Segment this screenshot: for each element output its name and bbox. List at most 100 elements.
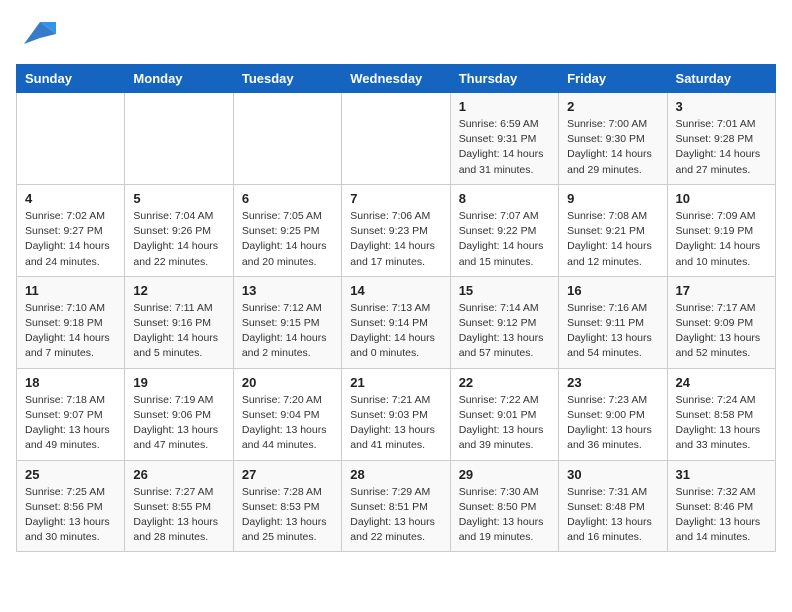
day-number: 5 bbox=[133, 191, 224, 206]
calendar-cell: 11 Sunrise: 7:10 AM Sunset: 9:18 PM Dayli… bbox=[17, 276, 125, 368]
day-of-week-header: Monday bbox=[125, 65, 233, 93]
day-number: 14 bbox=[350, 283, 441, 298]
day-info: Sunrise: 7:24 AM Sunset: 8:58 PM Dayligh… bbox=[676, 393, 767, 454]
calendar-cell: 31 Sunrise: 7:32 AM Sunset: 8:46 PM Dayli… bbox=[667, 460, 775, 552]
calendar-cell bbox=[125, 93, 233, 185]
calendar-cell: 5 Sunrise: 7:04 AM Sunset: 9:26 PM Daylig… bbox=[125, 184, 233, 276]
calendar-cell: 21 Sunrise: 7:21 AM Sunset: 9:03 PM Dayli… bbox=[342, 368, 450, 460]
calendar-cell: 25Sunrise: 7:25 AM Sunset: 8:56 PM Dayli… bbox=[17, 460, 125, 552]
calendar-cell: 3 Sunrise: 7:01 AM Sunset: 9:28 PM Daylig… bbox=[667, 93, 775, 185]
calendar-week-row: 25Sunrise: 7:25 AM Sunset: 8:56 PM Dayli… bbox=[17, 460, 776, 552]
day-info: Sunrise: 7:22 AM Sunset: 9:01 PM Dayligh… bbox=[459, 393, 550, 454]
day-info: Sunrise: 7:19 AM Sunset: 9:06 PM Dayligh… bbox=[133, 393, 224, 454]
day-info: Sunrise: 7:13 AM Sunset: 9:14 PM Dayligh… bbox=[350, 301, 441, 362]
day-info: Sunrise: 7:29 AM Sunset: 8:51 PM Dayligh… bbox=[350, 485, 441, 546]
calendar-cell: 13 Sunrise: 7:12 AM Sunset: 9:15 PM Dayli… bbox=[233, 276, 341, 368]
day-info: Sunrise: 7:09 AM Sunset: 9:19 PM Dayligh… bbox=[676, 209, 767, 270]
day-info: Sunrise: 7:05 AM Sunset: 9:25 PM Dayligh… bbox=[242, 209, 333, 270]
day-info: Sunrise: 7:21 AM Sunset: 9:03 PM Dayligh… bbox=[350, 393, 441, 454]
calendar-cell: 29Sunrise: 7:30 AM Sunset: 8:50 PM Dayli… bbox=[450, 460, 558, 552]
day-number: 31 bbox=[676, 467, 767, 482]
day-info: Sunrise: 7:20 AM Sunset: 9:04 PM Dayligh… bbox=[242, 393, 333, 454]
day-info: Sunrise: 7:08 AM Sunset: 9:21 PM Dayligh… bbox=[567, 209, 658, 270]
day-info: Sunrise: 7:14 AM Sunset: 9:12 PM Dayligh… bbox=[459, 301, 550, 362]
day-number: 13 bbox=[242, 283, 333, 298]
day-info: Sunrise: 7:31 AM Sunset: 8:48 PM Dayligh… bbox=[567, 485, 658, 546]
day-info: Sunrise: 7:25 AM Sunset: 8:56 PM Dayligh… bbox=[25, 485, 116, 546]
day-number: 11 bbox=[25, 283, 116, 298]
day-info: Sunrise: 7:16 AM Sunset: 9:11 PM Dayligh… bbox=[567, 301, 658, 362]
calendar-cell: 27 Sunrise: 7:28 AM Sunset: 8:53 PM Dayli… bbox=[233, 460, 341, 552]
page-header bbox=[16, 16, 776, 52]
day-number: 2 bbox=[567, 99, 658, 114]
calendar-week-row: 18Sunrise: 7:18 AM Sunset: 9:07 PM Dayli… bbox=[17, 368, 776, 460]
day-info: Sunrise: 7:17 AM Sunset: 9:09 PM Dayligh… bbox=[676, 301, 767, 362]
calendar-cell: 9 Sunrise: 7:08 AM Sunset: 9:21 PM Daylig… bbox=[559, 184, 667, 276]
day-info: Sunrise: 7:27 AM Sunset: 8:55 PM Dayligh… bbox=[133, 485, 224, 546]
day-number: 3 bbox=[676, 99, 767, 114]
day-number: 26 bbox=[133, 467, 224, 482]
day-info: Sunrise: 7:01 AM Sunset: 9:28 PM Dayligh… bbox=[676, 117, 767, 178]
day-info: Sunrise: 7:23 AM Sunset: 9:00 PM Dayligh… bbox=[567, 393, 658, 454]
day-info: Sunrise: 7:06 AM Sunset: 9:23 PM Dayligh… bbox=[350, 209, 441, 270]
day-number: 29 bbox=[459, 467, 550, 482]
calendar-table: SundayMondayTuesdayWednesdayThursdayFrid… bbox=[16, 64, 776, 552]
calendar-cell bbox=[17, 93, 125, 185]
day-number: 21 bbox=[350, 375, 441, 390]
day-number: 22 bbox=[459, 375, 550, 390]
calendar-week-row: 4Sunrise: 7:02 AM Sunset: 9:27 PM Daylig… bbox=[17, 184, 776, 276]
calendar-cell: 16 Sunrise: 7:16 AM Sunset: 9:11 PM Dayli… bbox=[559, 276, 667, 368]
day-number: 20 bbox=[242, 375, 333, 390]
calendar-cell: 15Sunrise: 7:14 AM Sunset: 9:12 PM Dayli… bbox=[450, 276, 558, 368]
day-of-week-header: Friday bbox=[559, 65, 667, 93]
day-number: 24 bbox=[676, 375, 767, 390]
day-number: 6 bbox=[242, 191, 333, 206]
day-info: Sunrise: 7:02 AM Sunset: 9:27 PM Dayligh… bbox=[25, 209, 116, 270]
logo bbox=[16, 16, 68, 52]
calendar-cell: 22 Sunrise: 7:22 AM Sunset: 9:01 PM Dayli… bbox=[450, 368, 558, 460]
day-info: Sunrise: 7:32 AM Sunset: 8:46 PM Dayligh… bbox=[676, 485, 767, 546]
day-number: 12 bbox=[133, 283, 224, 298]
calendar-cell bbox=[342, 93, 450, 185]
calendar-week-row: 1Sunrise: 6:59 AM Sunset: 9:31 PM Daylig… bbox=[17, 93, 776, 185]
day-of-week-header: Thursday bbox=[450, 65, 558, 93]
calendar-cell: 17 Sunrise: 7:17 AM Sunset: 9:09 PM Dayli… bbox=[667, 276, 775, 368]
day-number: 9 bbox=[567, 191, 658, 206]
day-info: Sunrise: 7:00 AM Sunset: 9:30 PM Dayligh… bbox=[567, 117, 658, 178]
calendar-cell: 7 Sunrise: 7:06 AM Sunset: 9:23 PM Daylig… bbox=[342, 184, 450, 276]
calendar-cell bbox=[233, 93, 341, 185]
day-of-week-header: Sunday bbox=[17, 65, 125, 93]
day-info: Sunrise: 7:11 AM Sunset: 9:16 PM Dayligh… bbox=[133, 301, 224, 362]
day-number: 1 bbox=[459, 99, 550, 114]
calendar-cell: 26 Sunrise: 7:27 AM Sunset: 8:55 PM Dayli… bbox=[125, 460, 233, 552]
day-info: Sunrise: 7:07 AM Sunset: 9:22 PM Dayligh… bbox=[459, 209, 550, 270]
calendar-week-row: 11 Sunrise: 7:10 AM Sunset: 9:18 PM Dayli… bbox=[17, 276, 776, 368]
calendar-cell: 18Sunrise: 7:18 AM Sunset: 9:07 PM Dayli… bbox=[17, 368, 125, 460]
day-number: 10 bbox=[676, 191, 767, 206]
logo-icon bbox=[16, 16, 64, 52]
day-number: 27 bbox=[242, 467, 333, 482]
calendar-cell: 19Sunrise: 7:19 AM Sunset: 9:06 PM Dayli… bbox=[125, 368, 233, 460]
calendar-header-row: SundayMondayTuesdayWednesdayThursdayFrid… bbox=[17, 65, 776, 93]
day-info: Sunrise: 7:10 AM Sunset: 9:18 PM Dayligh… bbox=[25, 301, 116, 362]
day-info: Sunrise: 7:04 AM Sunset: 9:26 PM Dayligh… bbox=[133, 209, 224, 270]
day-number: 17 bbox=[676, 283, 767, 298]
calendar-cell: 8Sunrise: 7:07 AM Sunset: 9:22 PM Daylig… bbox=[450, 184, 558, 276]
day-number: 23 bbox=[567, 375, 658, 390]
calendar-cell: 23 Sunrise: 7:23 AM Sunset: 9:00 PM Dayli… bbox=[559, 368, 667, 460]
day-of-week-header: Wednesday bbox=[342, 65, 450, 93]
day-number: 16 bbox=[567, 283, 658, 298]
calendar-cell: 6 Sunrise: 7:05 AM Sunset: 9:25 PM Daylig… bbox=[233, 184, 341, 276]
day-of-week-header: Tuesday bbox=[233, 65, 341, 93]
day-of-week-header: Saturday bbox=[667, 65, 775, 93]
calendar-cell: 30 Sunrise: 7:31 AM Sunset: 8:48 PM Dayli… bbox=[559, 460, 667, 552]
day-number: 30 bbox=[567, 467, 658, 482]
day-number: 7 bbox=[350, 191, 441, 206]
day-number: 18 bbox=[25, 375, 116, 390]
calendar-cell: 1Sunrise: 6:59 AM Sunset: 9:31 PM Daylig… bbox=[450, 93, 558, 185]
day-number: 28 bbox=[350, 467, 441, 482]
calendar-cell: 4Sunrise: 7:02 AM Sunset: 9:27 PM Daylig… bbox=[17, 184, 125, 276]
day-info: Sunrise: 7:12 AM Sunset: 9:15 PM Dayligh… bbox=[242, 301, 333, 362]
calendar-cell: 10 Sunrise: 7:09 AM Sunset: 9:19 PM Dayli… bbox=[667, 184, 775, 276]
day-info: Sunrise: 7:28 AM Sunset: 8:53 PM Dayligh… bbox=[242, 485, 333, 546]
